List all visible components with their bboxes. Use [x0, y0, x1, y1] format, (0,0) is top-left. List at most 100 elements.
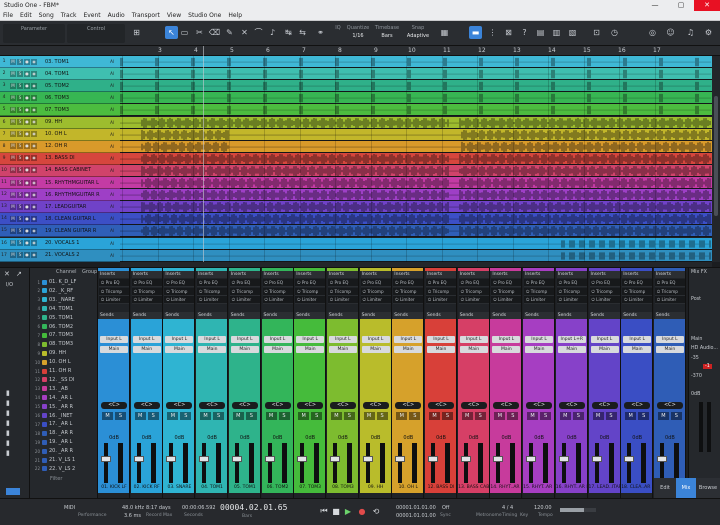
- record-arm-button[interactable]: ●: [24, 131, 30, 138]
- tab-edit[interactable]: Edit: [654, 478, 676, 498]
- mute-button[interactable]: M: [10, 227, 16, 234]
- io-label[interactable]: I/O: [6, 282, 13, 288]
- automation-toggle[interactable]: Al: [110, 168, 114, 173]
- channel-list-item[interactable]: 2 02. _K_RF: [32, 287, 96, 295]
- insert-slot[interactable]: ⏻ Limiter: [295, 296, 326, 304]
- channel-name-plate[interactable]: 03. SNARE: [163, 483, 195, 493]
- menu-edit[interactable]: Edit: [20, 12, 32, 19]
- track-name[interactable]: 03. TOM1: [45, 59, 110, 65]
- mute-button[interactable]: M: [494, 412, 506, 420]
- insert-slot[interactable]: ⏻ Tricomp: [556, 287, 587, 296]
- mute-button[interactable]: M: [134, 412, 146, 420]
- visibility-checkbox[interactable]: [42, 341, 47, 347]
- solo-button[interactable]: S: [17, 167, 23, 174]
- menu-view[interactable]: View: [167, 12, 181, 19]
- sends-header[interactable]: Sends: [556, 312, 587, 319]
- channel-list-item[interactable]: 15 15. _AR R: [32, 403, 96, 411]
- snap-options-icon[interactable]: ⋮: [486, 26, 499, 39]
- inserts-header[interactable]: Inserts: [99, 271, 129, 278]
- fader-cap[interactable]: [624, 456, 635, 462]
- autoscroll-icon[interactable]: ↹: [282, 26, 295, 39]
- channel-list-item[interactable]: 5 05. TOM1: [32, 314, 96, 322]
- track-header[interactable]: 14 M S ● ◉ 18. CLEAN GUITAR L Al: [0, 213, 120, 226]
- mute-button[interactable]: M: [10, 191, 16, 198]
- automation-toggle[interactable]: Al: [110, 83, 114, 88]
- automation-toggle[interactable]: Al: [110, 132, 114, 137]
- solo-button[interactable]: S: [17, 143, 23, 150]
- visibility-checkbox[interactable]: [42, 324, 47, 329]
- output-selector[interactable]: Main: [590, 346, 619, 353]
- fader-cap[interactable]: [264, 456, 275, 462]
- inserts-header[interactable]: Inserts: [131, 271, 162, 278]
- insert-slot[interactable]: ⏻ Limiter: [327, 296, 358, 304]
- inserts-header[interactable]: Inserts: [556, 271, 587, 278]
- record-arm-button[interactable]: ●: [24, 179, 30, 186]
- monitor-button[interactable]: ◉: [31, 94, 37, 101]
- insert-slot[interactable]: ⏻ Limiter: [262, 296, 293, 304]
- output-selector[interactable]: Main: [394, 346, 423, 353]
- track-name[interactable]: 04. TOM1: [45, 71, 110, 77]
- rewind-icon[interactable]: ⏮: [318, 505, 330, 517]
- visibility-checkbox[interactable]: [42, 279, 47, 285]
- insert-slot[interactable]: ⏻ Limiter: [589, 296, 620, 304]
- insert-slot[interactable]: ⏻ Pro EQ: [164, 279, 195, 287]
- channel-name-plate[interactable]: 02. KICK RF: [130, 483, 162, 493]
- visibility-checkbox[interactable]: [42, 413, 47, 418]
- sends-header[interactable]: Sends: [360, 312, 391, 319]
- output-selector[interactable]: Main: [492, 346, 521, 353]
- record-arm-button[interactable]: ●: [24, 143, 30, 150]
- input-selector[interactable]: Input L: [623, 336, 652, 343]
- mute-button[interactable]: M: [429, 412, 440, 420]
- channel-list-item[interactable]: 6 06. TOM2: [32, 323, 96, 331]
- track-header[interactable]: 12 M S ● ◉ 16. RHYTHMGUITAR R Al: [0, 189, 120, 202]
- menu-event[interactable]: Event: [83, 12, 100, 19]
- insert-slot[interactable]: ⏻ Tricomp: [589, 287, 620, 296]
- time-signature[interactable]: 4 / 4: [502, 505, 513, 511]
- snap-value[interactable]: Adaptive: [404, 33, 432, 39]
- input-selector[interactable]: Input L: [394, 336, 423, 343]
- monitor-button[interactable]: ◉: [31, 167, 37, 174]
- insert-slot[interactable]: ⏻ Pro EQ: [556, 279, 587, 287]
- solo-button[interactable]: S: [17, 94, 23, 101]
- mute-button[interactable]: M: [363, 412, 375, 420]
- channel-list-item[interactable]: 12 12. _SS DI: [32, 376, 96, 384]
- track-lane[interactable]: [120, 68, 712, 81]
- visibility-checkbox[interactable]: [42, 386, 47, 392]
- track-name[interactable]: 06. TOM3: [45, 95, 110, 101]
- insert-slot[interactable]: ⏻ Limiter: [654, 296, 685, 304]
- pan-knob[interactable]: <C>: [101, 402, 127, 409]
- mute-button[interactable]: M: [10, 58, 16, 65]
- mixer-side-icons[interactable]: ▮ ▮ ▮ ▮ ▮ ▮ ▮: [6, 388, 10, 458]
- channel-name-plate[interactable]: 09. HH: [359, 483, 391, 493]
- visibility-checkbox[interactable]: [42, 297, 47, 303]
- channel-list-item[interactable]: 10 10. OH L: [32, 358, 96, 366]
- channel-name-plate[interactable]: 06. TOM2: [261, 483, 293, 493]
- performance-label[interactable]: Performance: [78, 513, 107, 518]
- track-name[interactable]: 13. BASS DI: [45, 155, 110, 161]
- insert-slot[interactable]: ⏻ Pro EQ: [327, 279, 358, 287]
- inserts-header[interactable]: Inserts: [262, 271, 293, 278]
- arrange-view[interactable]: [120, 56, 712, 262]
- tempo-value[interactable]: 120.00: [534, 505, 552, 511]
- bend-tool-icon[interactable]: ⌒: [252, 26, 265, 39]
- channel-list-item[interactable]: 20 20. _AR R: [32, 447, 96, 455]
- audio-event[interactable]: [120, 92, 712, 104]
- automation-toggle[interactable]: Al: [110, 241, 114, 246]
- pan-knob[interactable]: <C>: [395, 402, 422, 409]
- track-name[interactable]: 19. CLEAN GUITAR R: [45, 228, 110, 234]
- automation-toggle[interactable]: Al: [110, 156, 114, 161]
- key-label[interactable]: Key: [520, 513, 528, 518]
- solo-button[interactable]: S: [17, 227, 23, 234]
- mute-button[interactable]: M: [10, 155, 16, 162]
- input-selector[interactable]: Input L: [263, 336, 292, 343]
- timeline-ruler[interactable]: 3 4 5 6 7 8 9 10 11 12 13 14 15 16 17: [120, 46, 720, 56]
- inspector-icon[interactable]: ⊞: [130, 26, 143, 39]
- channel-list-item[interactable]: 3 03. _NARE: [32, 296, 96, 304]
- channel-name-plate[interactable]: 12. BASS DI: [425, 483, 456, 493]
- track-name[interactable]: 05. TOM2: [45, 83, 110, 89]
- insert-slot[interactable]: ⏻ Tricomp: [99, 287, 129, 296]
- sends-header[interactable]: Sends: [589, 312, 620, 319]
- loop-icon[interactable]: ⟲: [370, 505, 382, 517]
- audio-event[interactable]: [120, 213, 712, 225]
- insert-slot[interactable]: ⏻ Tricomp: [131, 287, 162, 296]
